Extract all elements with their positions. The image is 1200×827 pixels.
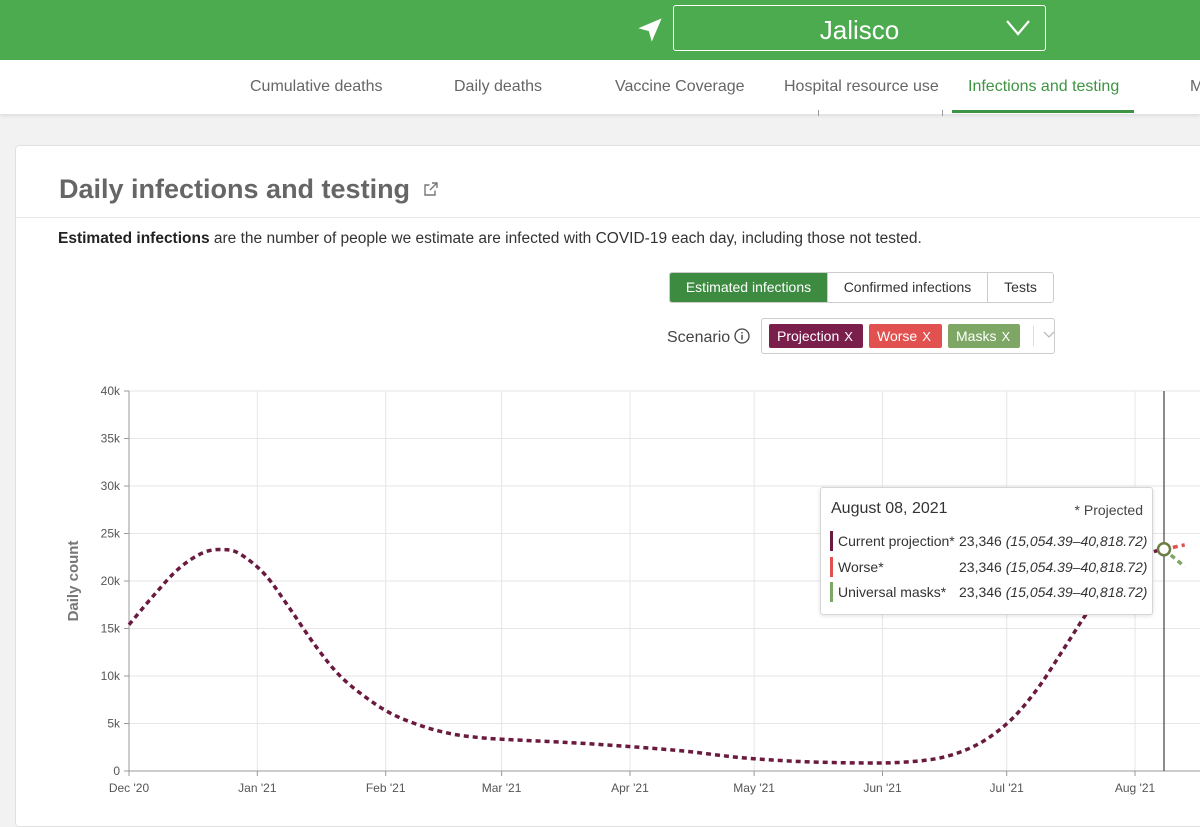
y-tick-label: 40k <box>101 384 121 398</box>
tooltip-series-name: Universal masks* <box>838 584 947 600</box>
chart-tooltip: August 08, 2021 * Projected Current proj… <box>820 487 1153 615</box>
x-tick-label: Apr '21 <box>611 781 649 795</box>
tooltip-projected-note: * Projected <box>1074 502 1143 518</box>
tooltip-series-value: 23,346 (15,054.39–40,818.72) <box>959 533 1148 549</box>
y-tick-label: 25k <box>101 527 121 541</box>
x-tick-label: May '21 <box>733 781 775 795</box>
tooltip-series-value: 23,346 (15,054.39–40,818.72) <box>959 584 1148 600</box>
y-tick-label: 15k <box>101 622 121 636</box>
y-tick-label: 20k <box>101 574 121 588</box>
series-color-swatch <box>830 531 833 551</box>
y-tick-label: 30k <box>101 479 121 493</box>
tooltip-series-value: 23,346 (15,054.39–40,818.72) <box>959 559 1148 575</box>
y-tick-label: 10k <box>101 669 121 683</box>
x-tick-label: Feb '21 <box>366 781 406 795</box>
infections-line-chart: 0 5k 10k 15k 20k 25k 30k 35k 40k Dec '20 Jan '21 Fe… <box>65 384 1200 795</box>
x-tick-label: Jun '21 <box>863 781 902 795</box>
series-color-swatch <box>830 557 833 577</box>
y-tick-label: 0 <box>113 764 120 778</box>
tooltip-date: August 08, 2021 <box>831 500 948 517</box>
tooltip-series-name: Worse* <box>838 559 884 575</box>
y-axis-label: Daily count <box>65 541 82 622</box>
y-tick-label: 5k <box>107 717 121 731</box>
series-color-swatch <box>830 582 833 602</box>
x-tick-label: Mar '21 <box>482 781 522 795</box>
hover-point <box>1156 541 1172 557</box>
x-tick-label: Jan '21 <box>238 781 277 795</box>
y-tick-label: 35k <box>101 432 121 446</box>
x-tick-label: Aug '21 <box>1115 781 1156 795</box>
x-tick-label: Jul '21 <box>990 781 1025 795</box>
x-tick-label: Dec '20 <box>109 781 150 795</box>
tooltip-series-name: Current projection* <box>838 533 955 549</box>
